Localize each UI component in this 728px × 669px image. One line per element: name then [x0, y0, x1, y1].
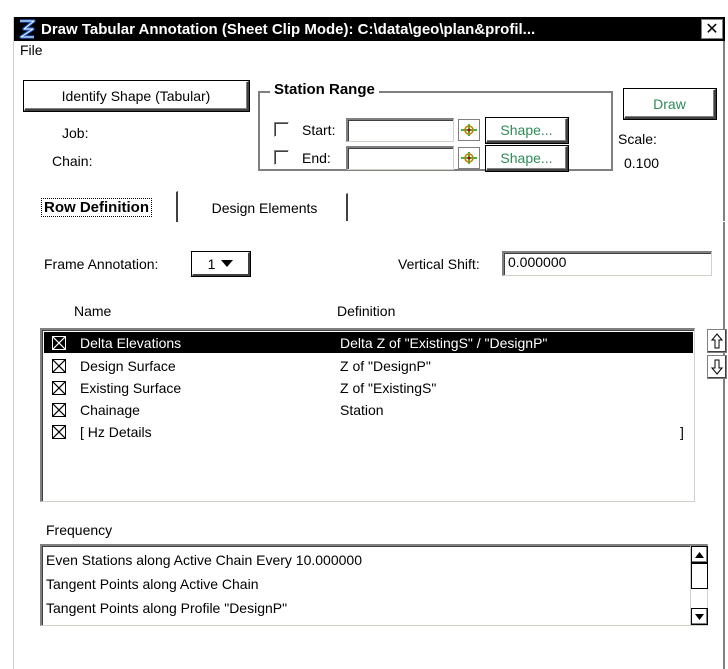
checked-box-icon[interactable]	[52, 358, 66, 373]
list-item[interactable]: Delta Elevations Delta Z of "ExistingS" …	[44, 332, 693, 353]
close-icon: ✕	[705, 21, 719, 38]
row-definition: Z of "ExistingS"	[340, 379, 437, 396]
row-definition: Z of "DesignP"	[340, 357, 431, 374]
dialog-window: Draw Tabular Annotation (Sheet Clip Mode…	[13, 17, 727, 669]
start-shape-button[interactable]: Shape...	[486, 118, 568, 143]
frequency-scrollbar[interactable]	[690, 546, 708, 625]
list-item[interactable]: Design Surface Z of "DesignP"	[44, 355, 693, 376]
frequency-list[interactable]: Even Stations along Active Chain Every 1…	[40, 544, 708, 626]
checked-box-icon[interactable]	[52, 380, 66, 395]
crosshair-target-icon	[461, 152, 477, 164]
frame-annotation-label: Frame Annotation:	[44, 256, 159, 272]
row-bracket: ]	[680, 423, 684, 440]
column-header-name: Name	[74, 303, 112, 319]
row-definition-list[interactable]: Delta Elevations Delta Z of "ExistingS" …	[40, 328, 695, 502]
row-name: Existing Surface	[80, 379, 182, 396]
scroll-thumb[interactable]	[691, 563, 708, 589]
scroll-up-icon	[695, 551, 704, 558]
job-label: Job:	[62, 125, 89, 141]
menu-file[interactable]: File	[20, 42, 43, 58]
window-title: Draw Tabular Annotation (Sheet Clip Mode…	[41, 20, 536, 38]
start-checkbox[interactable]	[274, 122, 289, 137]
end-station-field[interactable]	[346, 146, 454, 170]
checked-box-icon[interactable]	[52, 424, 66, 439]
frame-annotation-value: 1	[207, 255, 216, 272]
end-locate-button[interactable]	[458, 147, 480, 169]
list-item[interactable]: Existing Surface Z of "ExistingS"	[44, 377, 693, 398]
row-name: [ Hz Details	[80, 423, 152, 440]
title-bar[interactable]: Draw Tabular Annotation (Sheet Clip Mode…	[14, 17, 725, 41]
app-logo-icon	[16, 18, 38, 40]
vertical-shift-field[interactable]: 0.000000	[502, 251, 712, 276]
station-range-title: Station Range	[270, 81, 379, 98]
row-definition: Delta Z of "ExistingS" / "DesignP"	[340, 334, 548, 351]
row-name: Chainage	[80, 401, 140, 418]
arrow-down-icon	[711, 359, 723, 375]
scale-value: 0.100	[624, 155, 660, 171]
checked-box-icon[interactable]	[52, 402, 66, 417]
crosshair-target-icon	[461, 124, 477, 136]
menu-bar: File	[14, 41, 725, 61]
list-item[interactable]: Chainage Station	[44, 399, 693, 420]
list-item[interactable]: [ Hz Details ]	[44, 421, 693, 442]
list-item[interactable]: Tangent Points along Profile "DesignP"	[46, 600, 287, 616]
tab-strip: Row Definition Design Elements	[14, 191, 725, 222]
end-shape-button[interactable]: Shape...	[486, 146, 568, 171]
row-name: Delta Elevations	[80, 334, 182, 351]
end-label: End:	[302, 150, 331, 166]
scale-label: Scale:	[618, 131, 657, 147]
row-name: Design Surface	[80, 357, 176, 374]
end-checkbox[interactable]	[274, 150, 289, 165]
identify-shape-button[interactable]: Identify Shape (Tabular)	[24, 81, 249, 111]
vertical-shift-label: Vertical Shift:	[398, 256, 480, 272]
frequency-label: Frequency	[46, 522, 113, 538]
tab-design-elements-label: Design Elements	[211, 199, 318, 216]
frame-annotation-dropdown[interactable]: 1	[192, 252, 250, 276]
move-down-button[interactable]	[707, 355, 727, 379]
move-up-button[interactable]	[707, 329, 727, 353]
scroll-down-button[interactable]	[691, 608, 708, 625]
start-label: Start:	[302, 122, 336, 138]
draw-button[interactable]: Draw	[624, 89, 716, 119]
scroll-down-icon	[695, 613, 704, 620]
dropdown-arrow-icon	[221, 259, 234, 267]
row-definition: Station	[340, 401, 384, 418]
tab-row-definition[interactable]: Row Definition	[16, 191, 178, 222]
tab-design-elements[interactable]: Design Elements	[182, 193, 348, 221]
chain-label: Chain:	[52, 153, 93, 169]
start-station-field[interactable]	[346, 118, 454, 142]
tab-row-definition-label: Row Definition	[41, 197, 152, 217]
start-locate-button[interactable]	[458, 119, 480, 141]
arrow-up-icon	[711, 333, 723, 349]
list-item[interactable]: Even Stations along Active Chain Every 1…	[46, 552, 362, 568]
list-item[interactable]: Tangent Points along Active Chain	[46, 576, 258, 592]
scroll-up-button[interactable]	[691, 546, 708, 563]
checked-box-icon[interactable]	[52, 335, 66, 350]
column-header-definition: Definition	[337, 303, 396, 319]
close-button[interactable]: ✕	[701, 19, 723, 39]
